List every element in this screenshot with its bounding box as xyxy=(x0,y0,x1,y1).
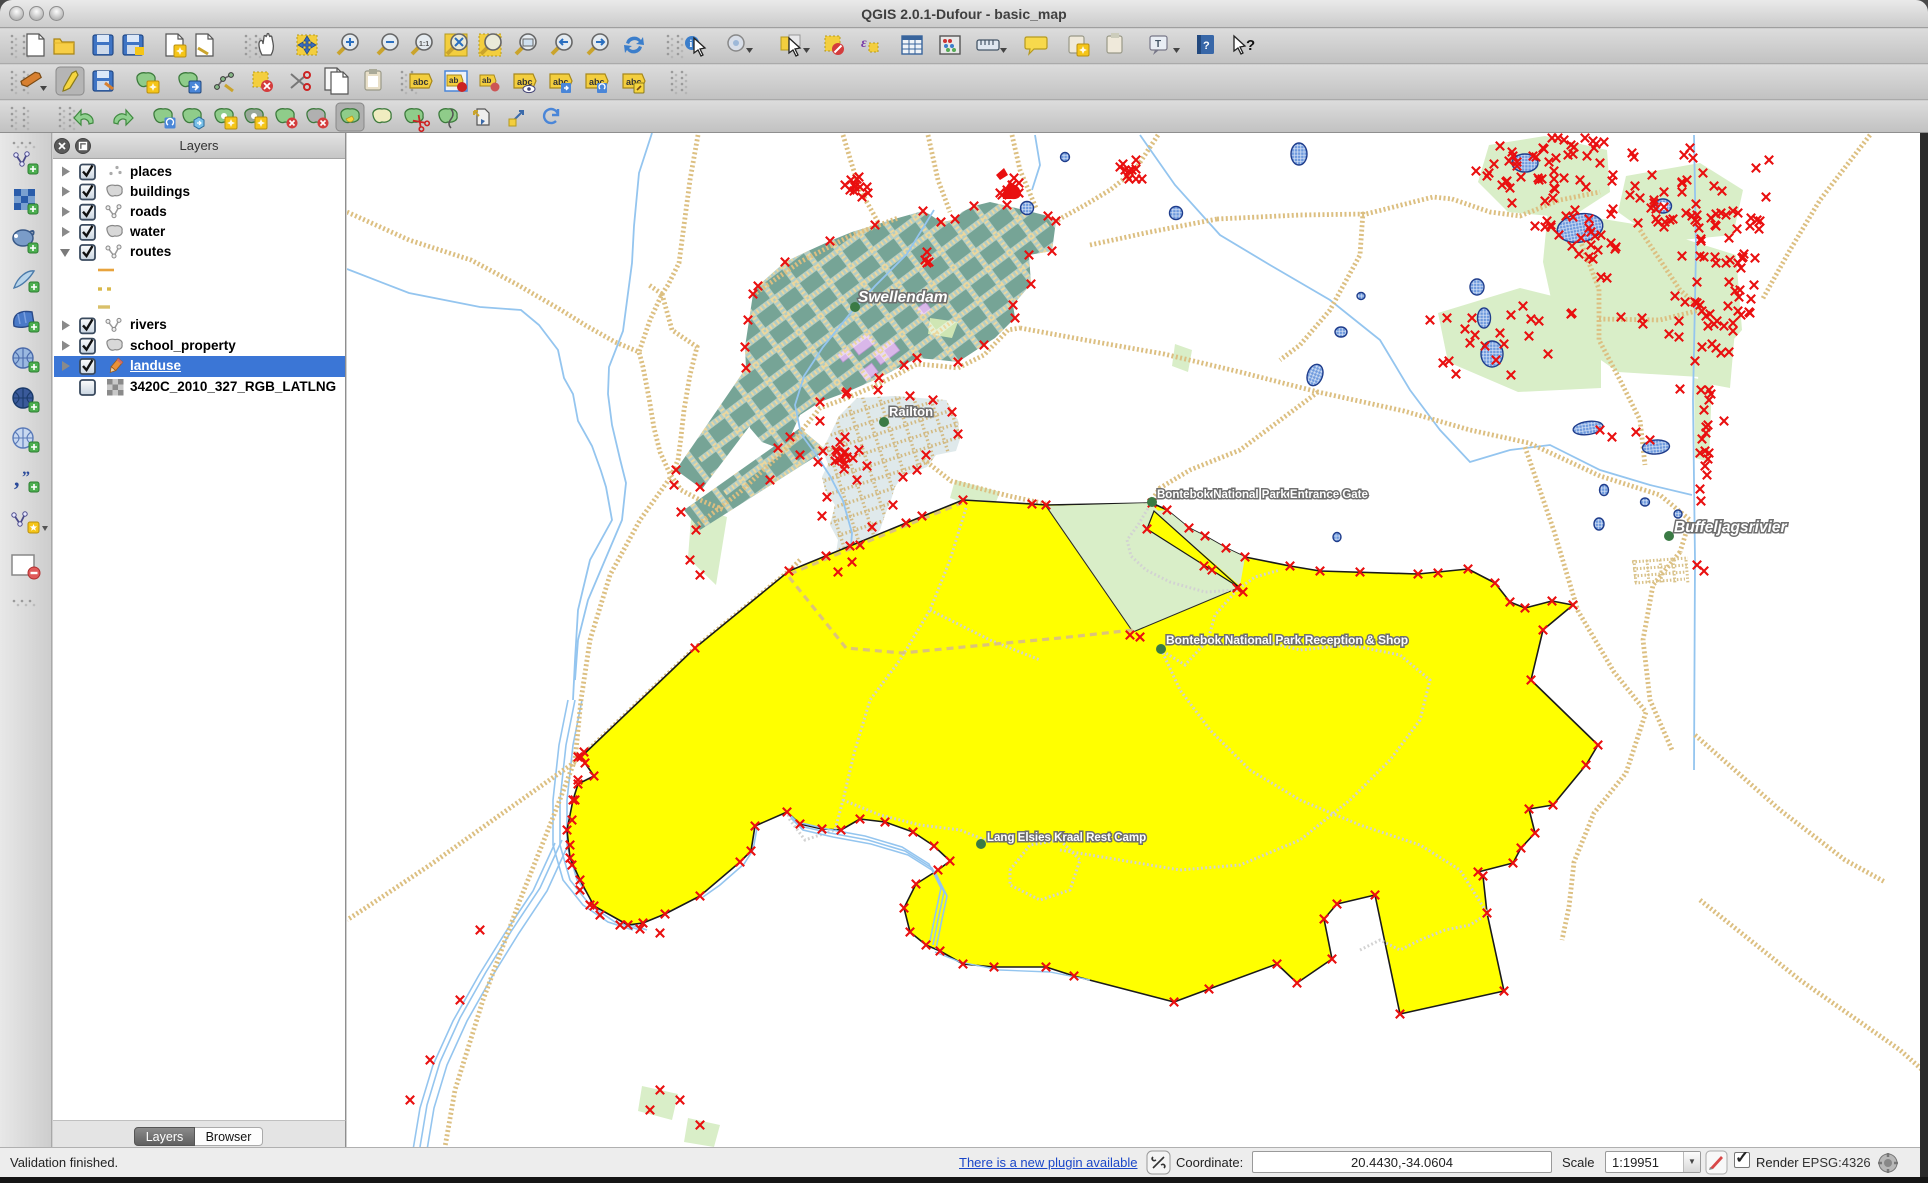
svg-text:?: ? xyxy=(1203,40,1210,52)
svg-text:Buffeljagsrivier: Buffeljagsrivier xyxy=(1674,519,1788,536)
svg-text:Railton: Railton xyxy=(889,404,933,419)
svg-text:ε: ε xyxy=(861,36,867,51)
svg-text:ab: ab xyxy=(482,76,491,85)
svg-text:Bontebok National Park Entranc: Bontebok National Park Entrance Gate xyxy=(1157,489,1368,501)
svg-text:1:1: 1:1 xyxy=(419,41,429,48)
svg-text:Lang Elsies Kraal Rest Camp: Lang Elsies Kraal Rest Camp xyxy=(987,832,1146,844)
svg-text:ab: ab xyxy=(449,76,458,85)
svg-text:?: ? xyxy=(1246,37,1255,54)
svg-text:abc: abc xyxy=(413,77,429,87)
svg-text:i: i xyxy=(690,39,693,50)
svg-text:T: T xyxy=(1155,39,1161,50)
svg-text:Swellendam: Swellendam xyxy=(858,289,948,306)
svg-text:Bontebok National Park Recepti: Bontebok National Park Reception & Shop xyxy=(1166,633,1408,647)
svg-text:,: , xyxy=(14,466,20,491)
